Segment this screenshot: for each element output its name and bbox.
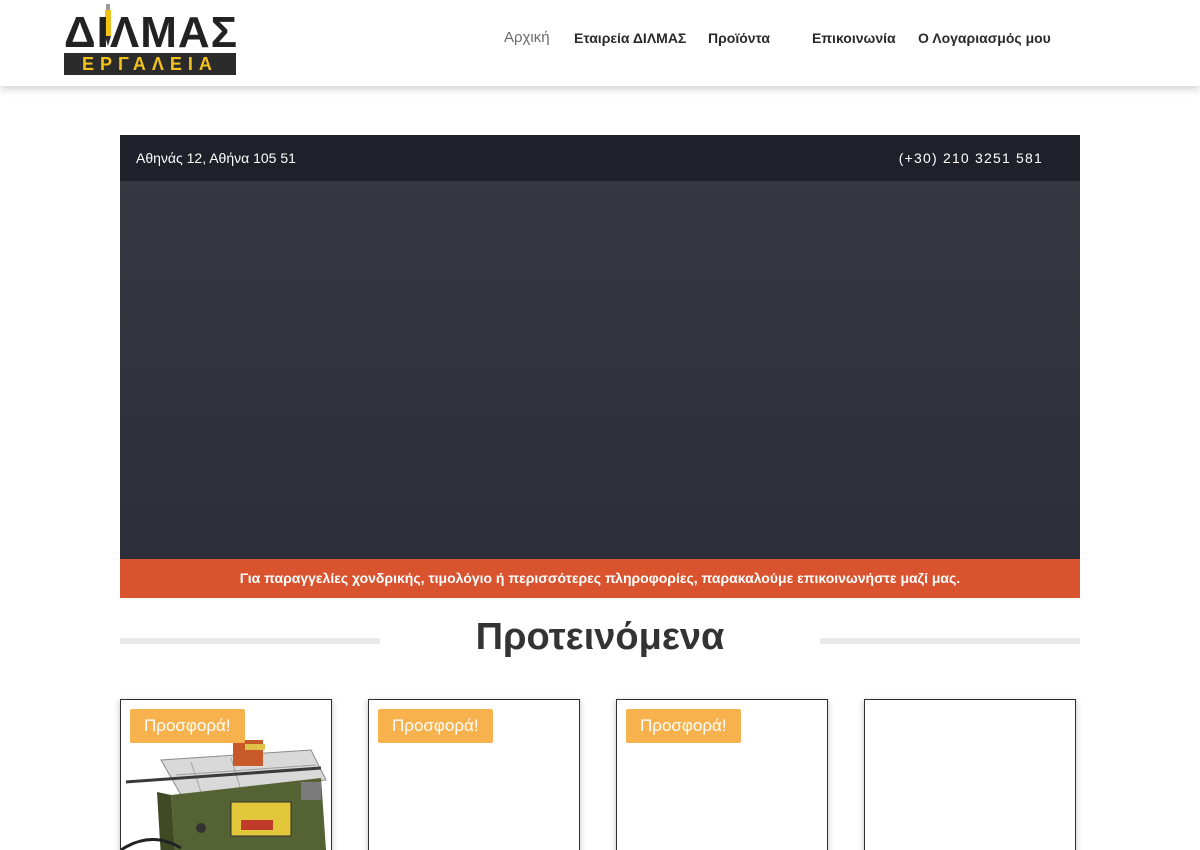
store-phone[interactable]: (+30) 210 3251 581 — [899, 149, 1043, 167]
product-card[interactable]: Προσφορά! — [368, 699, 580, 850]
site-header: ΔΙΛΜΑΣ ΕΡΓΑΛΕΙΑ Αρχική Εταιρεία ΔΙΛΜΑΣ Π… — [0, 0, 1200, 86]
sale-badge: Προσφορά! — [130, 709, 245, 743]
nav-item-company[interactable]: Εταιρεία ΔΙΛΜΑΣ — [574, 27, 686, 49]
featured-title: Προτεινόμενα — [475, 616, 725, 658]
sale-badge: Προσφορά! — [378, 709, 493, 743]
product-card[interactable] — [864, 699, 1076, 850]
logo-tagline: ΕΡΓΑΛΕΙΑ — [64, 53, 236, 75]
store-address: Αθηνάς 12, Αθήνα 105 51 — [136, 150, 296, 166]
nav-item-products[interactable]: Προϊόντα — [708, 27, 770, 49]
nav-item-contact[interactable]: Επικοινωνία — [812, 27, 896, 49]
sale-badge: Προσφορά! — [626, 709, 741, 743]
hero-slider[interactable] — [120, 181, 1080, 559]
product-card[interactable]: Προσφορά! — [616, 699, 828, 850]
logo-wordmark: ΔΙΛΜΑΣ — [64, 14, 236, 52]
site-logo[interactable]: ΔΙΛΜΑΣ ΕΡΓΑΛΕΙΑ — [64, 4, 236, 76]
contact-topbar: Αθηνάς 12, Αθήνα 105 51 (+30) 210 3251 5… — [120, 135, 1080, 181]
nav-item-my-account[interactable]: Ο Λογαριασμός μου — [918, 27, 1051, 49]
wholesale-notice: Για παραγγελίες χονδρικής, τιμολόγιο ή π… — [120, 559, 1080, 598]
featured-heading: Προτεινόμενα — [120, 612, 1080, 664]
product-card[interactable]: Προσφορά! — [120, 699, 332, 850]
nav-item-home[interactable]: Αρχική — [504, 27, 550, 49]
hero-section: Αθηνάς 12, Αθήνα 105 51 (+30) 210 3251 5… — [120, 135, 1080, 598]
